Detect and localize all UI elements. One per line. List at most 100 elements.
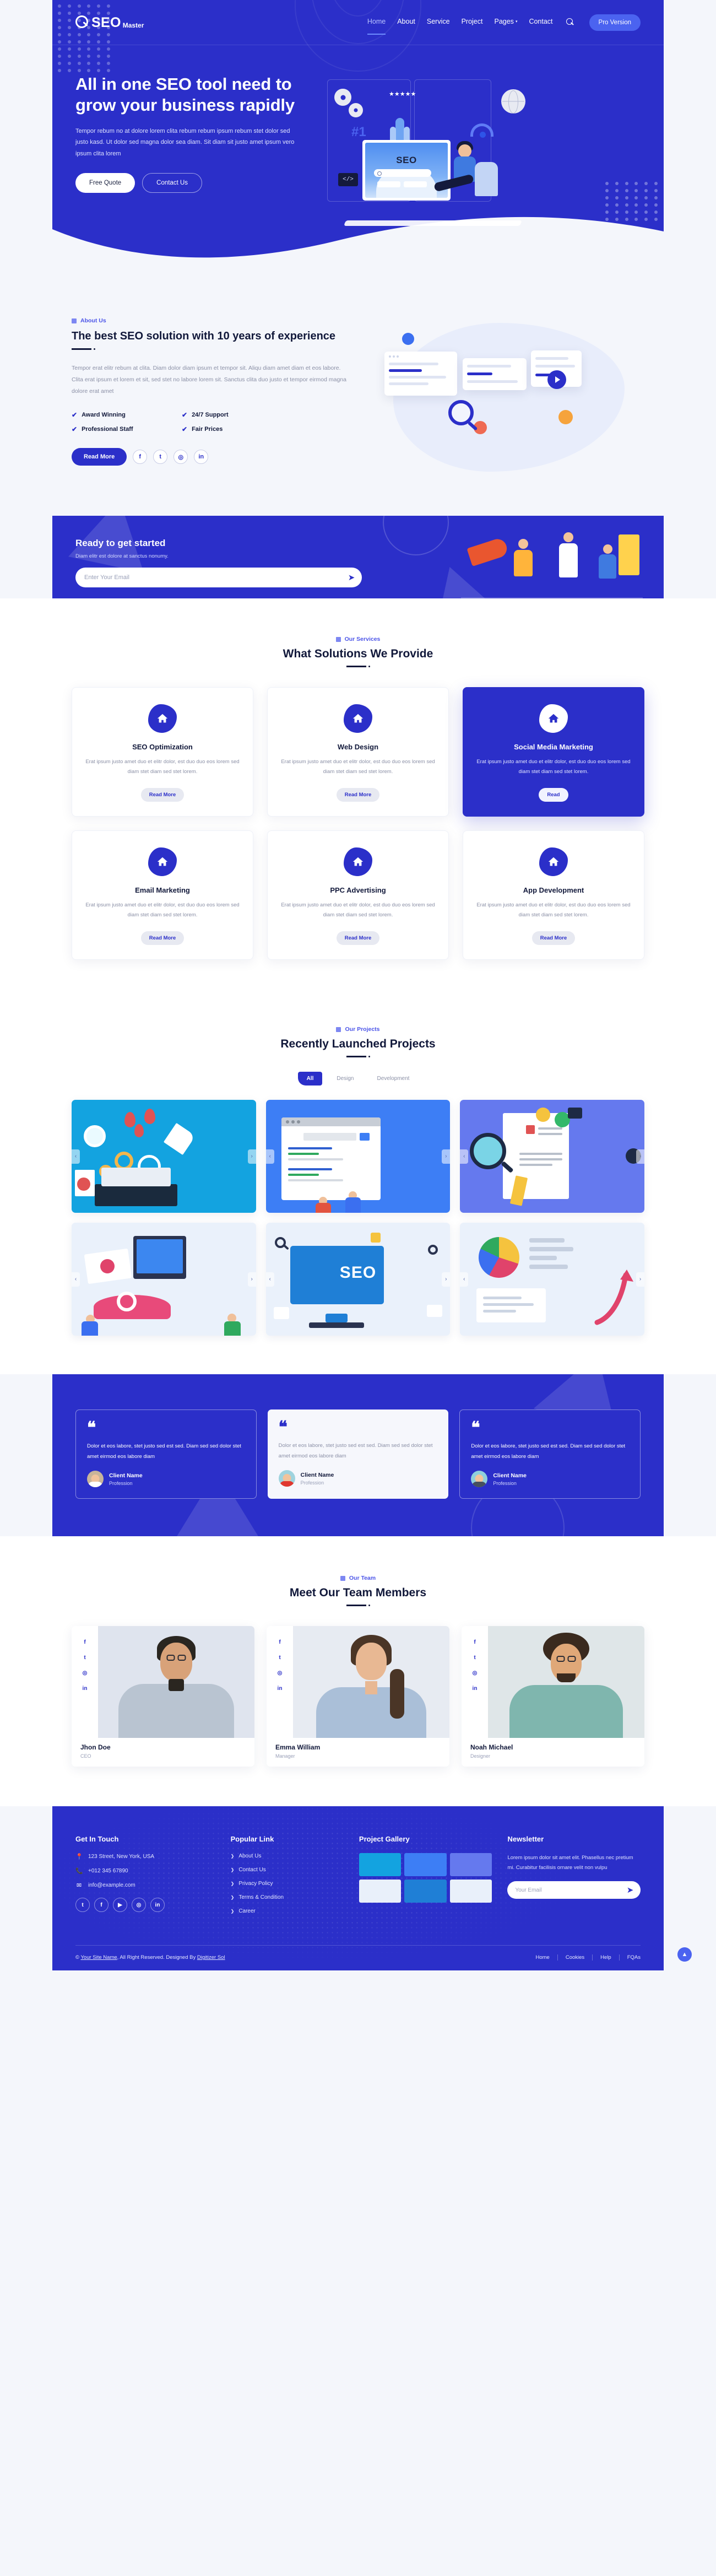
service-card-ppc-advertising[interactable]: PPC Advertising Erat ipsum justo amet du… [267,830,449,960]
instagram-icon[interactable]: ◎ [173,450,188,465]
project-next-arrow[interactable]: › [636,1149,644,1164]
facebook-icon[interactable]: f [94,1898,109,1913]
project-next-arrow[interactable]: › [442,1149,451,1164]
service-read-more-button[interactable]: Read More [531,931,576,946]
square-bullet-icon [336,1027,341,1032]
facebook-icon[interactable]: f [84,1639,85,1645]
gallery-thumb[interactable] [359,1853,402,1877]
filter-development[interactable]: Development [368,1072,419,1086]
instagram-icon[interactable]: ◎ [83,1670,88,1676]
nav-item-home[interactable]: Home [367,18,386,35]
contact-us-button[interactable]: Contact Us [142,172,203,193]
nav-item-service[interactable]: Service [427,18,450,28]
youtube-icon[interactable]: ▶ [113,1898,127,1913]
gallery-thumb[interactable] [359,1880,402,1903]
project-filters: All Design Development [72,1072,644,1086]
footer-link-career[interactable]: ❯ Career [231,1908,344,1914]
footer-links-heading: Popular Link [230,1835,274,1844]
project-card[interactable]: ‹ › [265,1100,451,1213]
service-read-more-button[interactable]: Read More [336,931,380,946]
linkedin-icon[interactable]: in [194,450,209,465]
project-prev-arrow[interactable]: ‹ [460,1272,469,1287]
service-read-button[interactable]: Read [539,788,568,802]
project-card[interactable]: ‹ › [72,1223,256,1336]
footer-menu-home[interactable]: Home [528,1954,558,1961]
twitter-icon[interactable]: t [84,1655,85,1661]
service-card-seo-optimization[interactable]: SEO Optimization Erat ipsum justo amet d… [72,687,253,817]
gallery-thumb[interactable] [449,1880,492,1903]
service-description: Erat ipsum justo amet duo et elitr dolor… [476,759,631,775]
footer-menu-help[interactable]: Help [593,1954,620,1961]
filter-design[interactable]: Design [328,1072,362,1086]
project-card[interactable]: SEO ‹ › [265,1223,451,1336]
linkedin-icon[interactable]: in [83,1686,88,1692]
project-prev-arrow[interactable]: ‹ [265,1272,274,1287]
service-card-social-media-marketing[interactable]: Social Media Marketing Erat ipsum justo … [463,687,644,817]
service-read-more-button[interactable]: Read More [336,788,380,802]
project-prev-arrow[interactable]: ‹ [72,1272,80,1287]
linkedin-icon[interactable]: in [150,1898,165,1913]
project-card[interactable]: ‹ › [72,1100,256,1213]
facebook-icon[interactable]: f [474,1639,475,1645]
footer-link-privacy-policy[interactable]: ❯ Privacy Policy [231,1881,344,1887]
service-card-email-marketing[interactable]: Email Marketing Erat ipsum justo amet du… [72,830,253,960]
project-next-arrow[interactable]: › [247,1149,256,1164]
service-read-more-button[interactable]: Read More [140,931,185,946]
footer-link-contact-us[interactable]: ❯ Contact Us [231,1867,344,1873]
paper-plane-icon[interactable]: ➤ [624,1884,636,1896]
twitter-icon[interactable]: t [279,1655,280,1661]
site-name-link[interactable]: Your Site Name [80,1954,117,1961]
footer-menu-cookies[interactable]: Cookies [558,1954,593,1961]
nav-item-project[interactable]: Project [462,18,483,28]
project-next-arrow[interactable]: › [247,1272,256,1287]
gallery-thumb[interactable] [404,1880,447,1903]
free-quote-button[interactable]: Free Quote [75,172,135,193]
designer-link[interactable]: Digitizer Sol [197,1954,225,1961]
about-read-more-button[interactable]: Read More [72,448,127,466]
linkedin-icon[interactable]: in [473,1686,478,1692]
nav-item-about[interactable]: About [397,18,415,28]
facebook-icon[interactable]: f [133,450,148,465]
project-next-arrow[interactable]: › [636,1272,644,1287]
footer-link-terms-condition[interactable]: ❯ Terms & Condition [231,1894,344,1900]
pro-version-button[interactable]: Pro Version [589,14,641,31]
footer-menu-fqas[interactable]: FQAs [620,1954,641,1961]
footer-link-label: Contact Us [238,1867,266,1873]
project-next-arrow[interactable]: › [442,1272,451,1287]
footer-email-input[interactable] [515,1887,624,1893]
linkedin-icon[interactable]: in [278,1686,283,1692]
instagram-icon[interactable]: ◎ [278,1670,283,1676]
cta-email-input[interactable] [84,574,345,581]
twitter-icon[interactable]: t [474,1655,475,1661]
gallery-thumb[interactable] [449,1853,492,1877]
twitter-icon[interactable]: t [75,1898,90,1913]
feature-label: Professional Staff [82,426,133,433]
project-card[interactable]: ‹ › [460,1100,644,1213]
team-grid: f t ◎ in Jhon Doe CEO f t ◎ in Emma Will… [72,1626,644,1767]
nav-item-contact[interactable]: Contact [529,18,552,28]
filter-all[interactable]: All [297,1072,323,1086]
project-prev-arrow[interactable]: ‹ [265,1149,274,1164]
instagram-icon[interactable]: ◎ [132,1898,146,1913]
brand-logo[interactable]: SEO Master [75,15,144,30]
gallery-thumb[interactable] [404,1853,447,1877]
rank-label: #1 [351,125,366,139]
team-member-photo [98,1626,254,1738]
facebook-icon[interactable]: f [279,1639,280,1645]
service-card-app-development[interactable]: App Development Erat ipsum justo amet du… [463,830,644,960]
project-card[interactable]: ‹ › [460,1223,644,1336]
location-pin-icon: 📍 [75,1854,83,1861]
twitter-icon[interactable]: t [153,450,168,465]
back-to-top-button[interactable]: ▲ [677,1947,692,1962]
service-card-web-design[interactable]: Web Design Erat ipsum justo amet duo et … [267,687,449,817]
project-prev-arrow[interactable]: ‹ [72,1149,80,1164]
project-prev-arrow[interactable]: ‹ [460,1149,469,1164]
search-icon[interactable] [566,18,574,26]
footer-newsletter-form: ➤ [507,1881,641,1899]
footer-link-about-us[interactable]: ❯ About Us [231,1853,344,1859]
instagram-icon[interactable]: ◎ [473,1670,478,1676]
paper-plane-icon[interactable]: ➤ [345,571,357,584]
nav-item-pages[interactable]: Pages ▾ [494,18,517,28]
site-footer: Get In Touch 📍 123 Street, New York, USA… [52,1806,664,1971]
service-read-more-button[interactable]: Read More [140,788,185,802]
